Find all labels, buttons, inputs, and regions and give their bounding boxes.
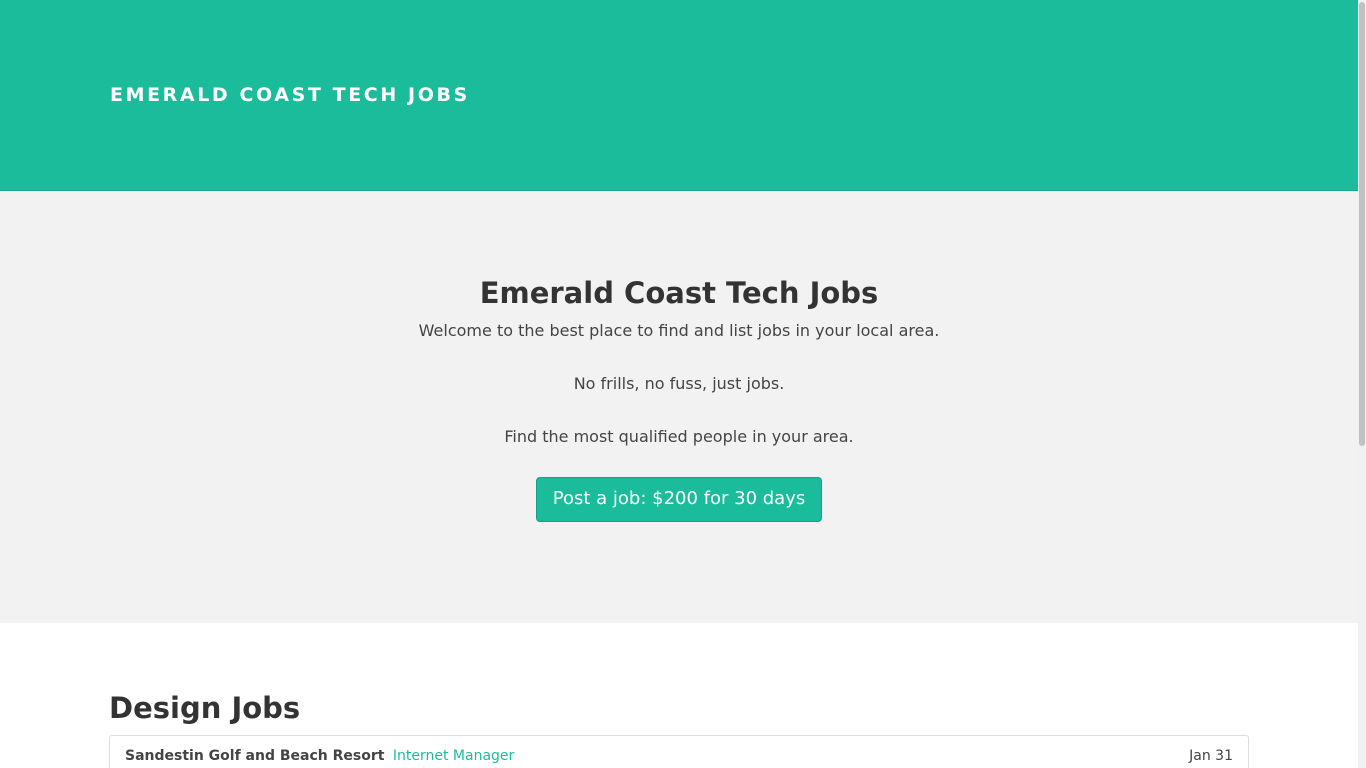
hero-qualified-text: Find the most qualified people in your a…	[504, 427, 854, 446]
job-row[interactable]: Sandestin Golf and Beach Resort Internet…	[110, 736, 1248, 768]
scrollbar-thumb[interactable]	[1359, 2, 1365, 446]
brand-link[interactable]: EMERALD COAST TECH JOBS	[110, 83, 470, 107]
hero-title: Emerald Coast Tech Jobs	[479, 276, 879, 310]
hero-welcome-text: Welcome to the best place to find and li…	[418, 321, 940, 340]
job-date: Jan 31	[1189, 748, 1233, 764]
job-info: Sandestin Golf and Beach Resort Internet…	[125, 736, 514, 768]
design-jobs-section: Design Jobs Sandestin Golf and Beach Res…	[0, 623, 1358, 768]
page: EMERALD COAST TECH JOBS Emerald Coast Te…	[0, 0, 1358, 768]
job-company: Sandestin Golf and Beach Resort	[125, 748, 385, 764]
hero-section: Emerald Coast Tech Jobs Welcome to the b…	[0, 191, 1358, 623]
post-job-button[interactable]: Post a job: $200 for 30 days	[535, 477, 823, 522]
job-title-link[interactable]: Internet Manager	[393, 748, 514, 764]
section-title: Design Jobs	[109, 691, 301, 725]
job-list: Sandestin Golf and Beach Resort Internet…	[109, 735, 1249, 768]
vertical-scrollbar[interactable]	[1358, 0, 1366, 768]
site-header: EMERALD COAST TECH JOBS	[0, 0, 1358, 191]
hero-tagline-text: No frills, no fuss, just jobs.	[573, 374, 785, 393]
